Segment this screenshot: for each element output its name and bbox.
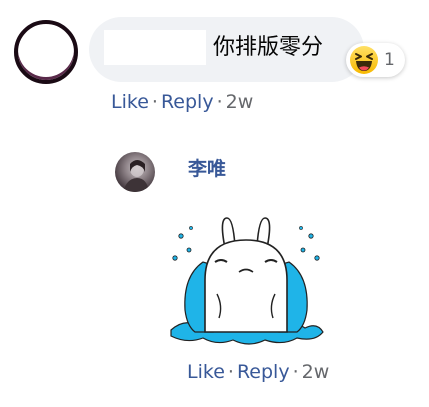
like-button[interactable]: Like bbox=[111, 91, 149, 113]
comment-actions: Like · Reply · 2w bbox=[111, 90, 253, 114]
reaction-count: 1 bbox=[384, 50, 395, 70]
reply-button[interactable]: Reply bbox=[161, 91, 214, 113]
timestamp[interactable]: 2w bbox=[302, 361, 330, 383]
like-button[interactable]: Like bbox=[187, 361, 225, 383]
separator-dot: · bbox=[216, 91, 223, 113]
timestamp[interactable]: 2w bbox=[226, 91, 254, 113]
comment-text: 你排版零分 bbox=[213, 35, 324, 60]
crying-rabbit-sticker bbox=[165, 210, 327, 356]
reaction-summary[interactable]: 1 bbox=[346, 43, 405, 77]
separator-dot: · bbox=[151, 91, 158, 113]
reply-author-avatar[interactable] bbox=[115, 152, 155, 192]
separator-dot: · bbox=[227, 361, 234, 383]
reply-author-name[interactable]: 李唯 bbox=[188, 156, 226, 182]
redacted-author-name bbox=[104, 30, 206, 65]
commenter-avatar[interactable] bbox=[14, 20, 78, 84]
reply-actions: Like · Reply · 2w bbox=[187, 360, 329, 384]
haha-emoji-icon bbox=[349, 45, 379, 75]
reply-button[interactable]: Reply bbox=[237, 361, 290, 383]
separator-dot: · bbox=[292, 361, 299, 383]
